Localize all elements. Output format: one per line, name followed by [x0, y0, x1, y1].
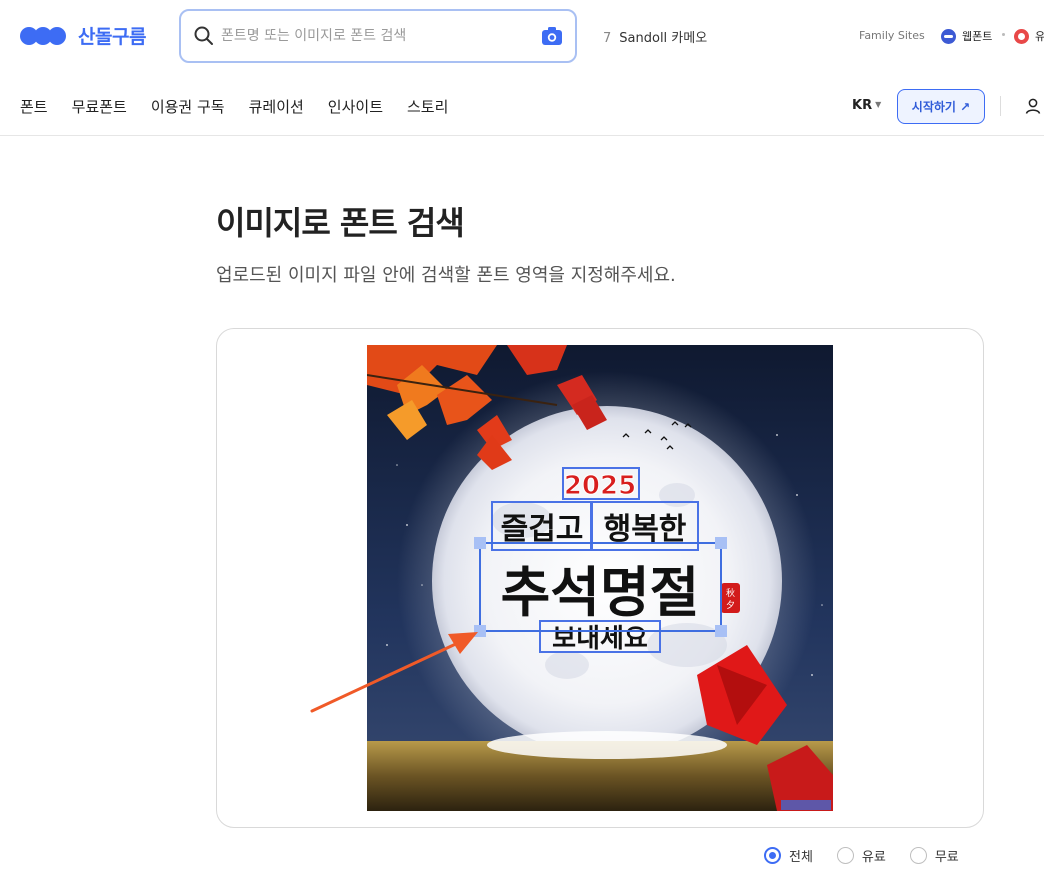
- language-label: KR: [852, 98, 873, 113]
- camera-icon[interactable]: [541, 26, 563, 46]
- image-text-line1b: 행복한: [604, 512, 687, 547]
- divider: [1000, 96, 1001, 116]
- nav-item-fonts[interactable]: 폰트: [20, 96, 48, 117]
- filter-option-paid[interactable]: 유료: [836, 846, 886, 865]
- uploaded-image[interactable]: 2025 즐겁고 행복한 추석명절 보내세요 秋 夕: [367, 345, 833, 811]
- resize-handle-tr[interactable]: [715, 537, 727, 549]
- search-box[interactable]: [179, 9, 577, 63]
- trending-text: Sandoll 카메오: [619, 31, 708, 46]
- radio-icon[interactable]: [836, 847, 854, 864]
- image-text-year: 2025: [564, 471, 636, 501]
- webfont-icon: [941, 28, 956, 44]
- family-site-label: 웹폰트: [962, 30, 993, 43]
- top-header: 산돌구름 7 Sandoll 카메오 Family Sites 웹폰트 유: [0, 0, 1044, 72]
- image-watermark: [781, 800, 831, 810]
- resize-handle-br[interactable]: [715, 625, 727, 637]
- orange-arrow-annotation: [310, 632, 478, 713]
- nav-menu: 폰트 무료폰트 이용권 구독 큐레이션 인사이트 스토리: [20, 96, 472, 117]
- start-button[interactable]: 시작하기 ↗: [897, 89, 985, 124]
- image-text-main: 추석명절: [501, 561, 700, 624]
- brand-name: 산돌구름: [78, 26, 146, 48]
- filter-option-all[interactable]: 전체: [764, 846, 813, 865]
- nav-item-subscription[interactable]: 이용권 구독: [151, 96, 225, 117]
- trending-keyword[interactable]: 7 Sandoll 카메오: [603, 27, 707, 46]
- family-sites-label: Family Sites: [859, 29, 925, 42]
- caret-down-icon: ▼: [875, 100, 882, 109]
- user-icon[interactable]: [1024, 97, 1042, 115]
- price-filter: 전체 유료 무료: [764, 846, 983, 865]
- seal-char-1: 秋: [726, 587, 735, 599]
- radio-selected-icon[interactable]: [764, 847, 781, 864]
- nav-item-story[interactable]: 스토리: [407, 96, 448, 117]
- resize-handle-tl[interactable]: [474, 537, 486, 549]
- logo[interactable]: 산돌구름: [20, 22, 146, 49]
- image-text-line1a: 즐겁고: [501, 512, 584, 547]
- search-input[interactable]: [221, 23, 521, 49]
- page-title: 이미지로 폰트 검색: [216, 204, 465, 242]
- filter-label: 유료: [861, 850, 886, 865]
- language-selector[interactable]: KR ▼: [852, 98, 881, 113]
- family-site-other[interactable]: 유: [1014, 28, 1044, 44]
- image-text-line3: 보내세요: [552, 624, 648, 654]
- page-subtitle: 업로드된 이미지 파일 안에 검색할 폰트 영역을 지정해주세요.: [216, 265, 676, 286]
- nav-item-curation[interactable]: 큐레이션: [249, 96, 304, 117]
- seal-char-2: 夕: [726, 599, 735, 611]
- separator-dot: [1002, 33, 1005, 36]
- filter-option-free[interactable]: 무료: [909, 846, 959, 865]
- nav-item-free-fonts[interactable]: 무료폰트: [72, 96, 127, 117]
- family-site-label: 유: [1035, 30, 1044, 43]
- radio-icon[interactable]: [909, 847, 927, 864]
- family-site-icon: [1014, 28, 1029, 44]
- trending-rank: 7: [603, 31, 612, 46]
- cloud-logo-icon: [20, 26, 66, 45]
- filter-label: 무료: [934, 850, 959, 865]
- horizon-glow: [487, 731, 727, 759]
- nav-item-insight[interactable]: 인사이트: [328, 96, 383, 117]
- family-site-webfont[interactable]: 웹폰트: [941, 28, 992, 44]
- search-icon[interactable]: [193, 25, 215, 47]
- red-seal: 秋 夕: [721, 583, 740, 613]
- main-nav: 폰트 무료폰트 이용권 구독 큐레이션 인사이트 스토리 KR ▼ 시작하기 ↗: [0, 72, 1044, 136]
- filter-label: 전체: [789, 850, 813, 865]
